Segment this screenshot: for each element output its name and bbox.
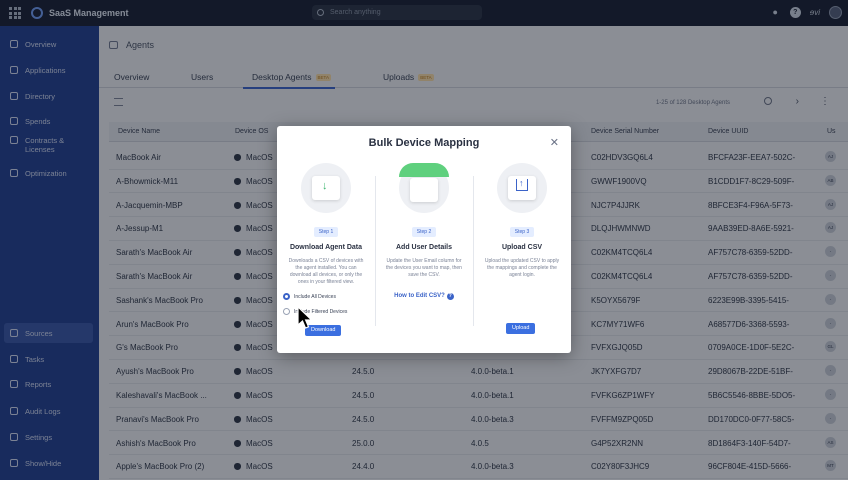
modal-title: Bulk Device Mapping: [368, 137, 480, 149]
step-add-user-details: Step 2 Add User Details Update the User …: [375, 163, 473, 341]
step-download: ↓ Step 1 Download Agent Data Downloads a…: [277, 163, 375, 341]
step-description: Upload the updated CSV to apply the mapp…: [484, 258, 560, 278]
include-all-devices-option[interactable]: Include All Devices: [283, 293, 336, 300]
radio-selected[interactable]: [283, 293, 290, 300]
close-icon[interactable]: ✕: [550, 136, 559, 149]
link-label: How to Edit CSV?: [394, 293, 445, 299]
step-title: Add User Details: [395, 244, 453, 251]
download-illustration: ↓: [301, 163, 351, 213]
step-description: Update the User Email column for the dev…: [386, 258, 462, 278]
step-title: Upload CSV: [501, 244, 543, 251]
include-filtered-devices-option[interactable]: Include Filtered Devices: [283, 308, 347, 315]
step-label: Step 1: [313, 227, 339, 237]
how-to-edit-csv-link[interactable]: How to Edit CSV??: [375, 293, 473, 300]
step-label: Step 2: [411, 227, 437, 237]
info-icon: ?: [446, 293, 454, 300]
step-upload-csv: ↑ Step 3 Upload CSV Upload the updated C…: [473, 163, 571, 341]
csv-illustration: [399, 163, 449, 213]
upload-button[interactable]: Upload: [506, 323, 536, 334]
upload-illustration: ↑: [497, 163, 547, 213]
mouse-cursor-icon: [297, 306, 313, 329]
download-icon: ↓: [322, 180, 328, 192]
radio-unselected[interactable]: [283, 308, 290, 315]
option-label: Include All Devices: [294, 293, 336, 300]
bulk-device-mapping-modal: Bulk Device Mapping ✕ ↓ Step 1 Download …: [277, 126, 571, 353]
upload-icon: ↑: [519, 178, 524, 188]
step-description: Downloads a CSV of devices with the agen…: [288, 258, 364, 285]
step-label: Step 3: [509, 227, 535, 237]
step-title: Download Agent Data: [289, 244, 363, 251]
